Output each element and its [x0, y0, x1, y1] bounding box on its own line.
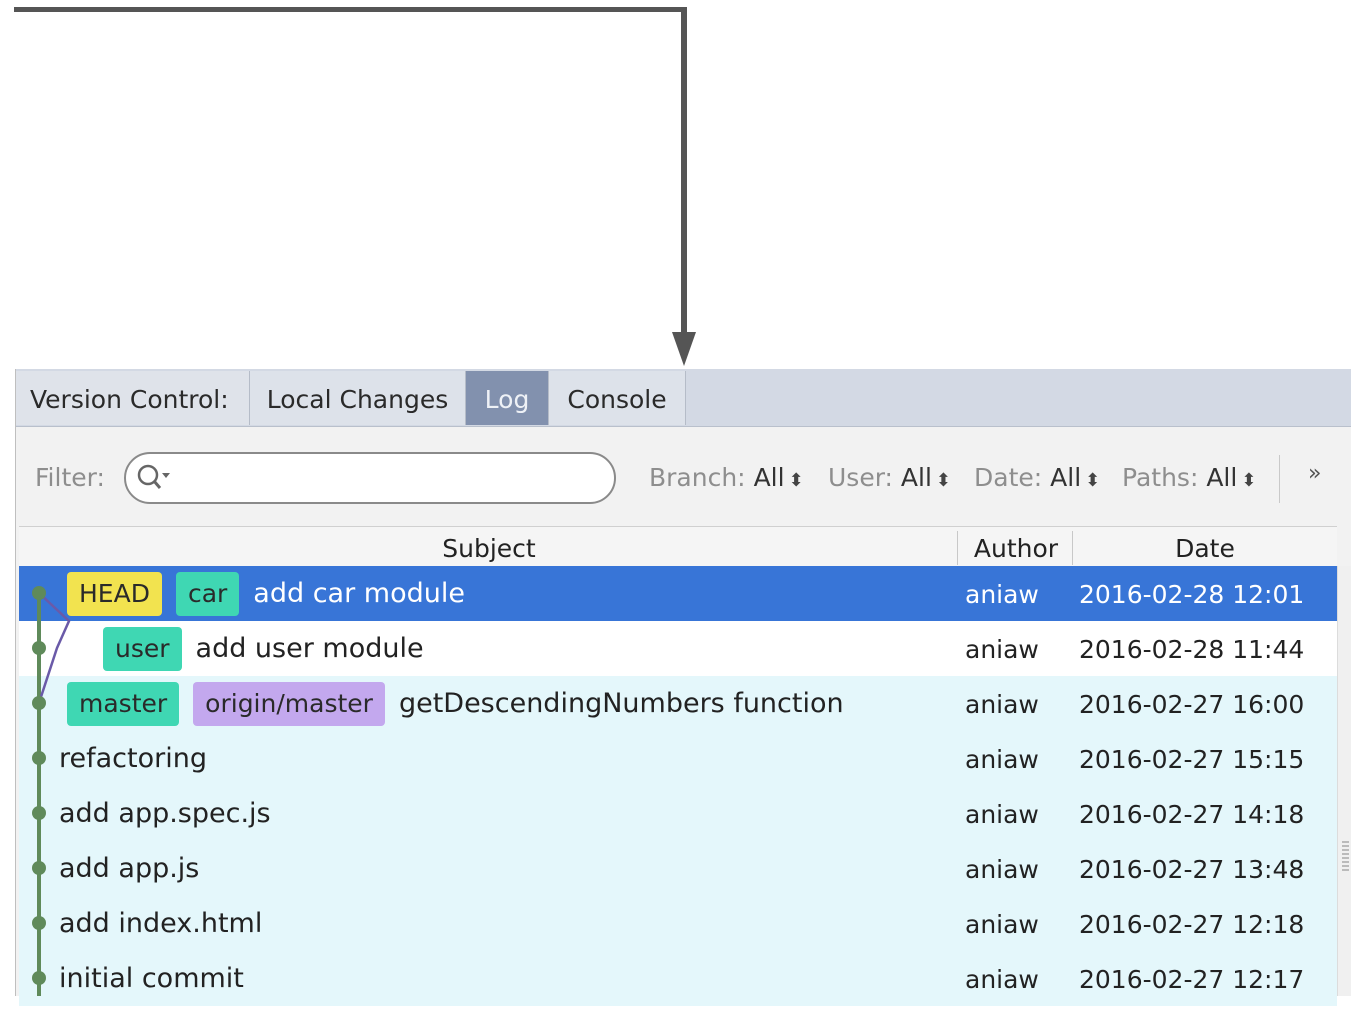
toolbar-separator: [1279, 455, 1280, 503]
tab-local-changes[interactable]: Local Changes: [250, 371, 466, 425]
tool-window-tabbar: Version Control: Local Changes Log Conso…: [16, 369, 1351, 427]
table-row[interactable]: refactoring aniaw 2016-02-27 15:15: [19, 731, 1337, 786]
filter-search-box[interactable]: [124, 452, 616, 504]
commit-message: add car module: [253, 578, 465, 609]
cell-author: aniaw: [965, 910, 1039, 939]
cell-subject: user add user module: [103, 621, 424, 676]
commit-message: add app.js: [59, 853, 200, 884]
search-icon[interactable]: [136, 462, 170, 494]
cell-date: 2016-02-27 15:15: [1079, 745, 1305, 774]
updown-arrow-icon: ⬍: [1241, 470, 1257, 491]
user-filter-dropdown[interactable]: User: All ⬍: [828, 463, 951, 492]
commit-message: add app.spec.js: [59, 798, 271, 829]
ref-badge: user: [103, 626, 182, 671]
cell-date: 2016-02-27 12:17: [1079, 965, 1305, 994]
cell-author: aniaw: [965, 690, 1039, 719]
cell-subject: initial commit: [59, 951, 244, 1006]
tab-log[interactable]: Log: [466, 371, 549, 425]
cell-author: aniaw: [965, 635, 1039, 664]
filter-label: Filter:: [35, 463, 105, 492]
cell-date: 2016-02-28 11:44: [1079, 635, 1305, 664]
cell-author: aniaw: [965, 965, 1039, 994]
column-header-date[interactable]: Date: [1073, 527, 1337, 567]
cell-subject: add app.js: [59, 841, 199, 896]
branch-filter-dropdown[interactable]: Branch: All ⬍: [649, 463, 804, 492]
cell-subject: refactoring: [59, 731, 207, 786]
commit-message: getDescendingNumbers function: [398, 688, 844, 719]
cell-date: 2016-02-27 13:48: [1079, 855, 1305, 884]
cell-date: 2016-02-27 12:18: [1079, 910, 1305, 939]
version-control-panel: Version Control: Local Changes Log Conso…: [15, 369, 1351, 1006]
annotation-arrow-line: [681, 7, 687, 337]
cell-author: aniaw: [965, 855, 1039, 884]
cell-subject: add index.html: [59, 896, 262, 951]
updown-arrow-icon: ⬍: [788, 470, 804, 491]
commit-message: refactoring: [59, 743, 207, 774]
tab-console[interactable]: Console: [549, 371, 686, 425]
ref-badge: master: [67, 681, 180, 726]
cell-date: 2016-02-27 14:18: [1079, 800, 1305, 829]
scrollbar-grip[interactable]: [1342, 841, 1349, 871]
table-row[interactable]: user add user module aniaw 2016-02-28 11:44: [19, 621, 1337, 676]
tool-window-title: Version Control:: [16, 371, 250, 425]
vertical-scrollbar[interactable]: [1337, 566, 1351, 996]
ref-badge: HEAD: [67, 571, 162, 616]
ref-badge: origin/master: [193, 681, 385, 726]
cell-subject: master origin/master getDescendingNumbers …: [67, 676, 844, 731]
commit-message: add user module: [195, 633, 424, 664]
column-divider[interactable]: [957, 531, 958, 565]
updown-arrow-icon: ⬍: [1085, 470, 1101, 491]
date-filter-dropdown[interactable]: Date: All ⬍: [974, 463, 1100, 492]
table-row[interactable]: initial commit aniaw 2016-02-27 12:17: [19, 951, 1337, 1006]
table-row[interactable]: master origin/master getDescendingNumbers …: [19, 676, 1337, 731]
table-row[interactable]: add index.html aniaw 2016-02-27 12:18: [19, 896, 1337, 951]
log-filter-toolbar: Filter: Branch: All ⬍ User: All ⬍ Date: Al…: [16, 427, 1351, 525]
cell-date: 2016-02-28 12:01: [1079, 580, 1305, 609]
column-header-subject[interactable]: Subject: [19, 527, 959, 567]
paths-filter-dropdown[interactable]: Paths: All ⬍: [1122, 463, 1256, 492]
cell-subject: HEAD car add car module: [67, 566, 465, 621]
cell-date: 2016-02-27 16:00: [1079, 690, 1305, 719]
commit-message: add index.html: [59, 908, 263, 939]
cell-author: aniaw: [965, 800, 1039, 829]
cell-author: aniaw: [965, 745, 1039, 774]
table-row[interactable]: add app.js aniaw 2016-02-27 13:48: [19, 841, 1337, 896]
commit-message: initial commit: [59, 963, 244, 994]
commit-log-table: Subject Author Date HEAD car add car modul…: [19, 526, 1337, 1006]
cell-author: aniaw: [965, 580, 1039, 609]
annotation-arrow-head: [672, 332, 696, 366]
filter-input[interactable]: [178, 460, 602, 498]
table-header: Subject Author Date: [19, 526, 1337, 568]
updown-arrow-icon: ⬍: [935, 470, 952, 491]
annotation-arrow-line: [14, 7, 687, 12]
cell-subject: add app.spec.js: [59, 786, 271, 841]
ref-badge: car: [175, 571, 240, 616]
more-actions-icon[interactable]: »: [1308, 461, 1321, 486]
table-row[interactable]: HEAD car add car module aniaw 2016-02-28 12:…: [19, 566, 1337, 621]
column-header-author[interactable]: Author: [959, 527, 1073, 567]
table-row[interactable]: add app.spec.js aniaw 2016-02-27 14:18: [19, 786, 1337, 841]
